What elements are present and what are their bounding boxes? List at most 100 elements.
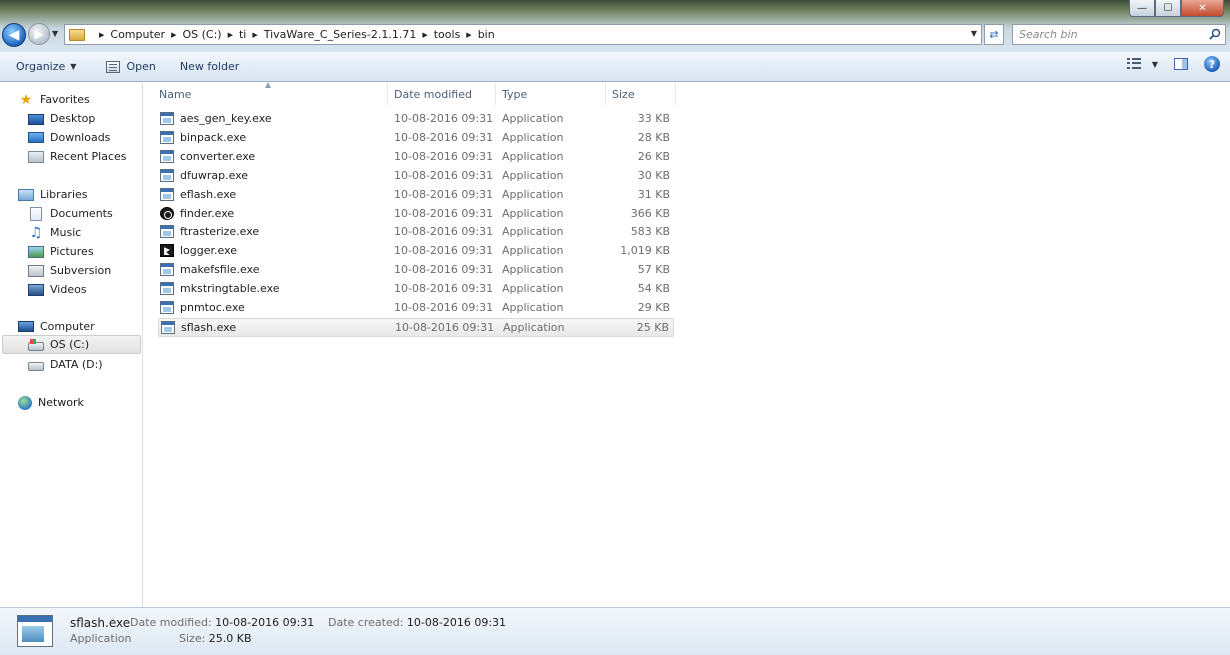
chevron-right-icon[interactable]: ▶ xyxy=(99,31,104,39)
minimize-button[interactable]: — xyxy=(1129,0,1155,17)
sidebar-item-label: Libraries xyxy=(40,188,88,201)
sidebar-item-label: Computer xyxy=(40,320,95,333)
file-size: 366 KB xyxy=(630,206,670,220)
file-row[interactable]: makefsfile.exe 10-08-2016 09:31 Applicatio… xyxy=(158,261,674,280)
chevron-right-icon[interactable]: ▶ xyxy=(252,31,257,39)
file-row[interactable]: ftrasterize.exe 10-08-2016 09:31 Applicati… xyxy=(158,223,674,242)
file-name-cell[interactable]: dfuwrap.exe xyxy=(160,168,248,182)
breadcrumb-ti[interactable]: ti xyxy=(239,28,246,41)
maximize-button[interactable]: ☐ xyxy=(1155,0,1181,17)
file-row[interactable]: aes_gen_key.exe 10-08-2016 09:31 Applicati… xyxy=(158,110,674,129)
file-row[interactable]: sflash.exe 10-08-2016 09:31 Application 25 … xyxy=(158,317,674,337)
file-name-cell[interactable]: binpack.exe xyxy=(160,130,246,144)
file-name-cell[interactable]: makefsfile.exe xyxy=(160,263,260,277)
breadcrumb-computer[interactable]: Computer xyxy=(110,28,165,41)
address-bar[interactable]: ▶ Computer ▶ OS (C:) ▶ ti ▶ TivaWare_C_S… xyxy=(64,24,982,45)
file-row[interactable]: binpack.exe 10-08-2016 09:31 Application 28… xyxy=(158,129,674,148)
search-box[interactable] xyxy=(1012,24,1226,45)
sidebar-item-label: OS (C:) xyxy=(50,338,90,351)
open-button[interactable]: Open xyxy=(100,56,161,78)
chevron-right-icon[interactable]: ▶ xyxy=(422,31,427,39)
file-type: Application xyxy=(502,263,564,277)
file-name-cell[interactable]: mkstringtable.exe xyxy=(160,282,280,296)
file-name-cell[interactable]: aes_gen_key.exe xyxy=(160,112,272,125)
file-name-cell[interactable]: pnmtoc.exe xyxy=(160,301,245,314)
file-name-cell[interactable]: sflash.exe xyxy=(161,320,236,334)
refresh-button[interactable]: ⇄ xyxy=(984,24,1004,45)
subversion-icon xyxy=(28,264,44,277)
file-row[interactable]: pnmtoc.exe 10-08-2016 09:31 Application 29 … xyxy=(158,299,674,318)
breadcrumb-tivaware[interactable]: TivaWare_C_Series-2.1.1.71 xyxy=(264,28,417,41)
forward-arrow-icon: ▶ xyxy=(34,27,44,41)
search-input[interactable] xyxy=(1019,28,1199,41)
sidebar-item-desktop[interactable]: Desktop xyxy=(28,109,95,128)
refresh-icon: ⇄ xyxy=(989,28,999,41)
chevron-down-icon: ▼ xyxy=(70,62,77,71)
sidebar-item-libraries[interactable]: Libraries xyxy=(18,185,88,204)
breadcrumb-os-c[interactable]: OS (C:) xyxy=(182,28,221,41)
preview-pane-icon[interactable] xyxy=(1174,58,1188,70)
file-row[interactable]: logger.exe 10-08-2016 09:31 Application 1,0… xyxy=(158,242,674,261)
sidebar-item-data-d[interactable]: DATA (D:) xyxy=(28,355,103,374)
file-name-cell[interactable]: finder.exe xyxy=(160,206,234,220)
sidebar-item-pictures[interactable]: Pictures xyxy=(28,242,94,261)
column-header-name[interactable]: ▲ Name xyxy=(144,80,388,105)
organize-button[interactable]: Organize ▼ xyxy=(10,56,82,78)
downloads-icon xyxy=(28,132,44,143)
view-options-dropdown-icon[interactable]: ▼ xyxy=(1152,60,1158,69)
file-name-cell[interactable]: eflash.exe xyxy=(160,187,236,201)
sidebar-item-computer[interactable]: Computer xyxy=(18,317,95,336)
file-row[interactable]: dfuwrap.exe 10-08-2016 09:31 Application 30… xyxy=(158,167,674,186)
help-icon[interactable]: ? xyxy=(1204,56,1220,72)
chevron-right-icon[interactable]: ▶ xyxy=(228,31,233,39)
file-row[interactable]: finder.exe 10-08-2016 09:31 Application 366… xyxy=(158,205,674,224)
address-dropdown-icon[interactable]: ▼ xyxy=(971,29,977,38)
file-row[interactable]: eflash.exe 10-08-2016 09:31 Application 31 … xyxy=(158,186,674,205)
sidebar-item-favorites[interactable]: ★ Favorites xyxy=(18,90,90,109)
toolbar-right: ▼ ? xyxy=(1126,56,1220,72)
close-button[interactable]: ✕ xyxy=(1181,0,1224,17)
forward-button[interactable]: ▶ xyxy=(28,23,50,45)
folder-icon xyxy=(69,28,85,41)
details-label: Date created: xyxy=(328,616,404,629)
sidebar-item-label: Downloads xyxy=(50,131,111,144)
file-name: pnmtoc.exe xyxy=(180,301,245,314)
file-date-modified: 10-08-2016 09:31 xyxy=(394,301,494,314)
search-icon[interactable] xyxy=(1209,28,1221,40)
file-row[interactable]: mkstringtable.exe 10-08-2016 09:31 Applica… xyxy=(158,280,674,299)
file-name-cell[interactable]: ftrasterize.exe xyxy=(160,225,259,239)
column-header-date-modified[interactable]: Date modified xyxy=(388,83,496,105)
app-icon xyxy=(160,149,174,163)
breadcrumb-bin[interactable]: bin xyxy=(478,28,495,41)
sidebar-item-recent-places[interactable]: Recent Places xyxy=(28,147,127,166)
change-view-icon[interactable] xyxy=(1126,58,1141,70)
file-name-cell[interactable]: converter.exe xyxy=(160,149,255,163)
back-button[interactable]: ◀ xyxy=(2,23,26,47)
sidebar-item-network[interactable]: Network xyxy=(18,393,84,412)
network-icon xyxy=(18,395,32,410)
file-name-cell[interactable]: logger.exe xyxy=(160,244,237,258)
sidebar-item-music[interactable]: ♫ Music xyxy=(28,223,82,242)
file-type: Application xyxy=(502,112,564,125)
sidebar-item-downloads[interactable]: Downloads xyxy=(28,128,110,147)
sidebar-item-label: Music xyxy=(50,226,82,239)
sidebar-item-videos[interactable]: Videos xyxy=(28,280,87,299)
chevron-right-icon[interactable]: ▶ xyxy=(466,31,471,39)
file-type: Application xyxy=(502,206,564,220)
new-folder-button[interactable]: New folder xyxy=(174,56,245,78)
column-header-label: Type xyxy=(502,87,528,101)
sidebar-item-os-c[interactable]: OS (C:) xyxy=(2,335,141,354)
column-header-size[interactable]: Size xyxy=(606,83,676,105)
sidebar-item-documents[interactable]: Documents xyxy=(28,204,113,223)
chevron-right-icon[interactable]: ▶ xyxy=(171,31,176,39)
column-header-type[interactable]: Type xyxy=(496,83,606,105)
sidebar-item-subversion[interactable]: Subversion xyxy=(28,261,111,280)
libraries-icon xyxy=(18,188,34,201)
column-header-label: Name xyxy=(159,87,192,101)
recent-pages-dropdown-icon[interactable]: ▼ xyxy=(52,29,58,38)
os-drive-icon xyxy=(28,338,44,351)
sidebar-item-label: Videos xyxy=(50,283,87,296)
file-row[interactable]: converter.exe 10-08-2016 09:31 Application… xyxy=(158,148,674,167)
documents-icon xyxy=(30,206,42,221)
breadcrumb-tools[interactable]: tools xyxy=(434,28,461,41)
